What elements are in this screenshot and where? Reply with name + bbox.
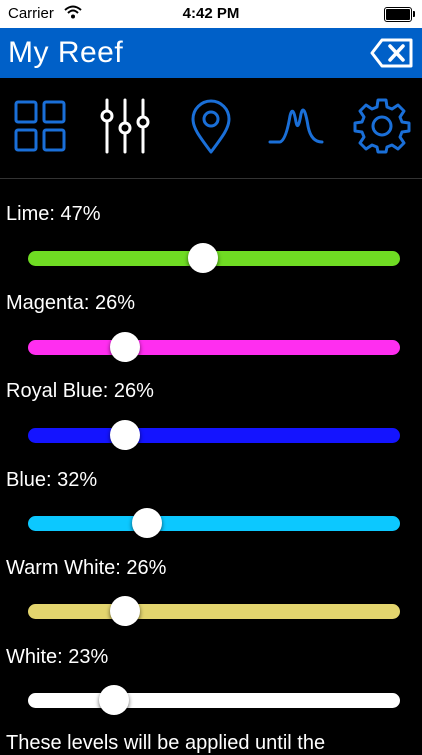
tab-spectrum[interactable] bbox=[266, 96, 326, 156]
grid-icon bbox=[14, 100, 66, 152]
spectrum-icon bbox=[268, 108, 324, 144]
slider-track bbox=[28, 693, 400, 708]
sliders-icon bbox=[100, 98, 150, 154]
battery-icon bbox=[384, 7, 415, 22]
footer-note: These levels will be applied until the bbox=[6, 732, 326, 754]
slider-thumb[interactable] bbox=[109, 420, 140, 450]
channel-label-magenta: Magenta: 26% bbox=[6, 292, 135, 314]
status-bar: Carrier 4:42 PM bbox=[0, 0, 422, 28]
clock: 4:42 PM bbox=[182, 5, 240, 22]
tab-sliders[interactable] bbox=[95, 96, 155, 156]
slider-warm-white[interactable] bbox=[28, 596, 400, 628]
slider-track bbox=[28, 428, 400, 443]
channel-label-royal-blue: Royal Blue: 26% bbox=[6, 380, 154, 402]
tab-bar bbox=[0, 78, 422, 179]
slider-thumb[interactable] bbox=[187, 243, 218, 273]
slider-thumb[interactable] bbox=[98, 685, 129, 715]
location-pin-icon bbox=[191, 99, 231, 154]
channel-label-blue: Blue: 32% bbox=[6, 469, 98, 491]
slider-thumb[interactable] bbox=[132, 508, 163, 538]
slider-track bbox=[28, 340, 400, 355]
tab-settings[interactable] bbox=[352, 96, 412, 156]
nav-bar: My Reef bbox=[0, 28, 422, 78]
slider-magenta[interactable] bbox=[28, 332, 400, 364]
channel-label-white: White: 23% bbox=[6, 646, 109, 668]
page-title: My Reef bbox=[8, 36, 124, 69]
slider-track bbox=[28, 516, 400, 531]
tab-dashboard[interactable] bbox=[10, 96, 70, 156]
channel-label-warm-white: Warm White: 26% bbox=[6, 557, 167, 579]
slider-blue[interactable] bbox=[28, 508, 400, 540]
slider-royal-blue[interactable] bbox=[28, 420, 400, 452]
gear-icon bbox=[353, 98, 411, 154]
slider-track bbox=[28, 604, 400, 619]
slider-lime[interactable] bbox=[28, 243, 400, 275]
tab-location[interactable] bbox=[181, 96, 241, 156]
slider-thumb[interactable] bbox=[109, 596, 140, 626]
slider-white[interactable] bbox=[28, 685, 400, 717]
delete-backspace-icon[interactable] bbox=[370, 38, 414, 68]
channel-label-lime: Lime: 47% bbox=[6, 203, 101, 225]
slider-thumb[interactable] bbox=[109, 332, 140, 362]
